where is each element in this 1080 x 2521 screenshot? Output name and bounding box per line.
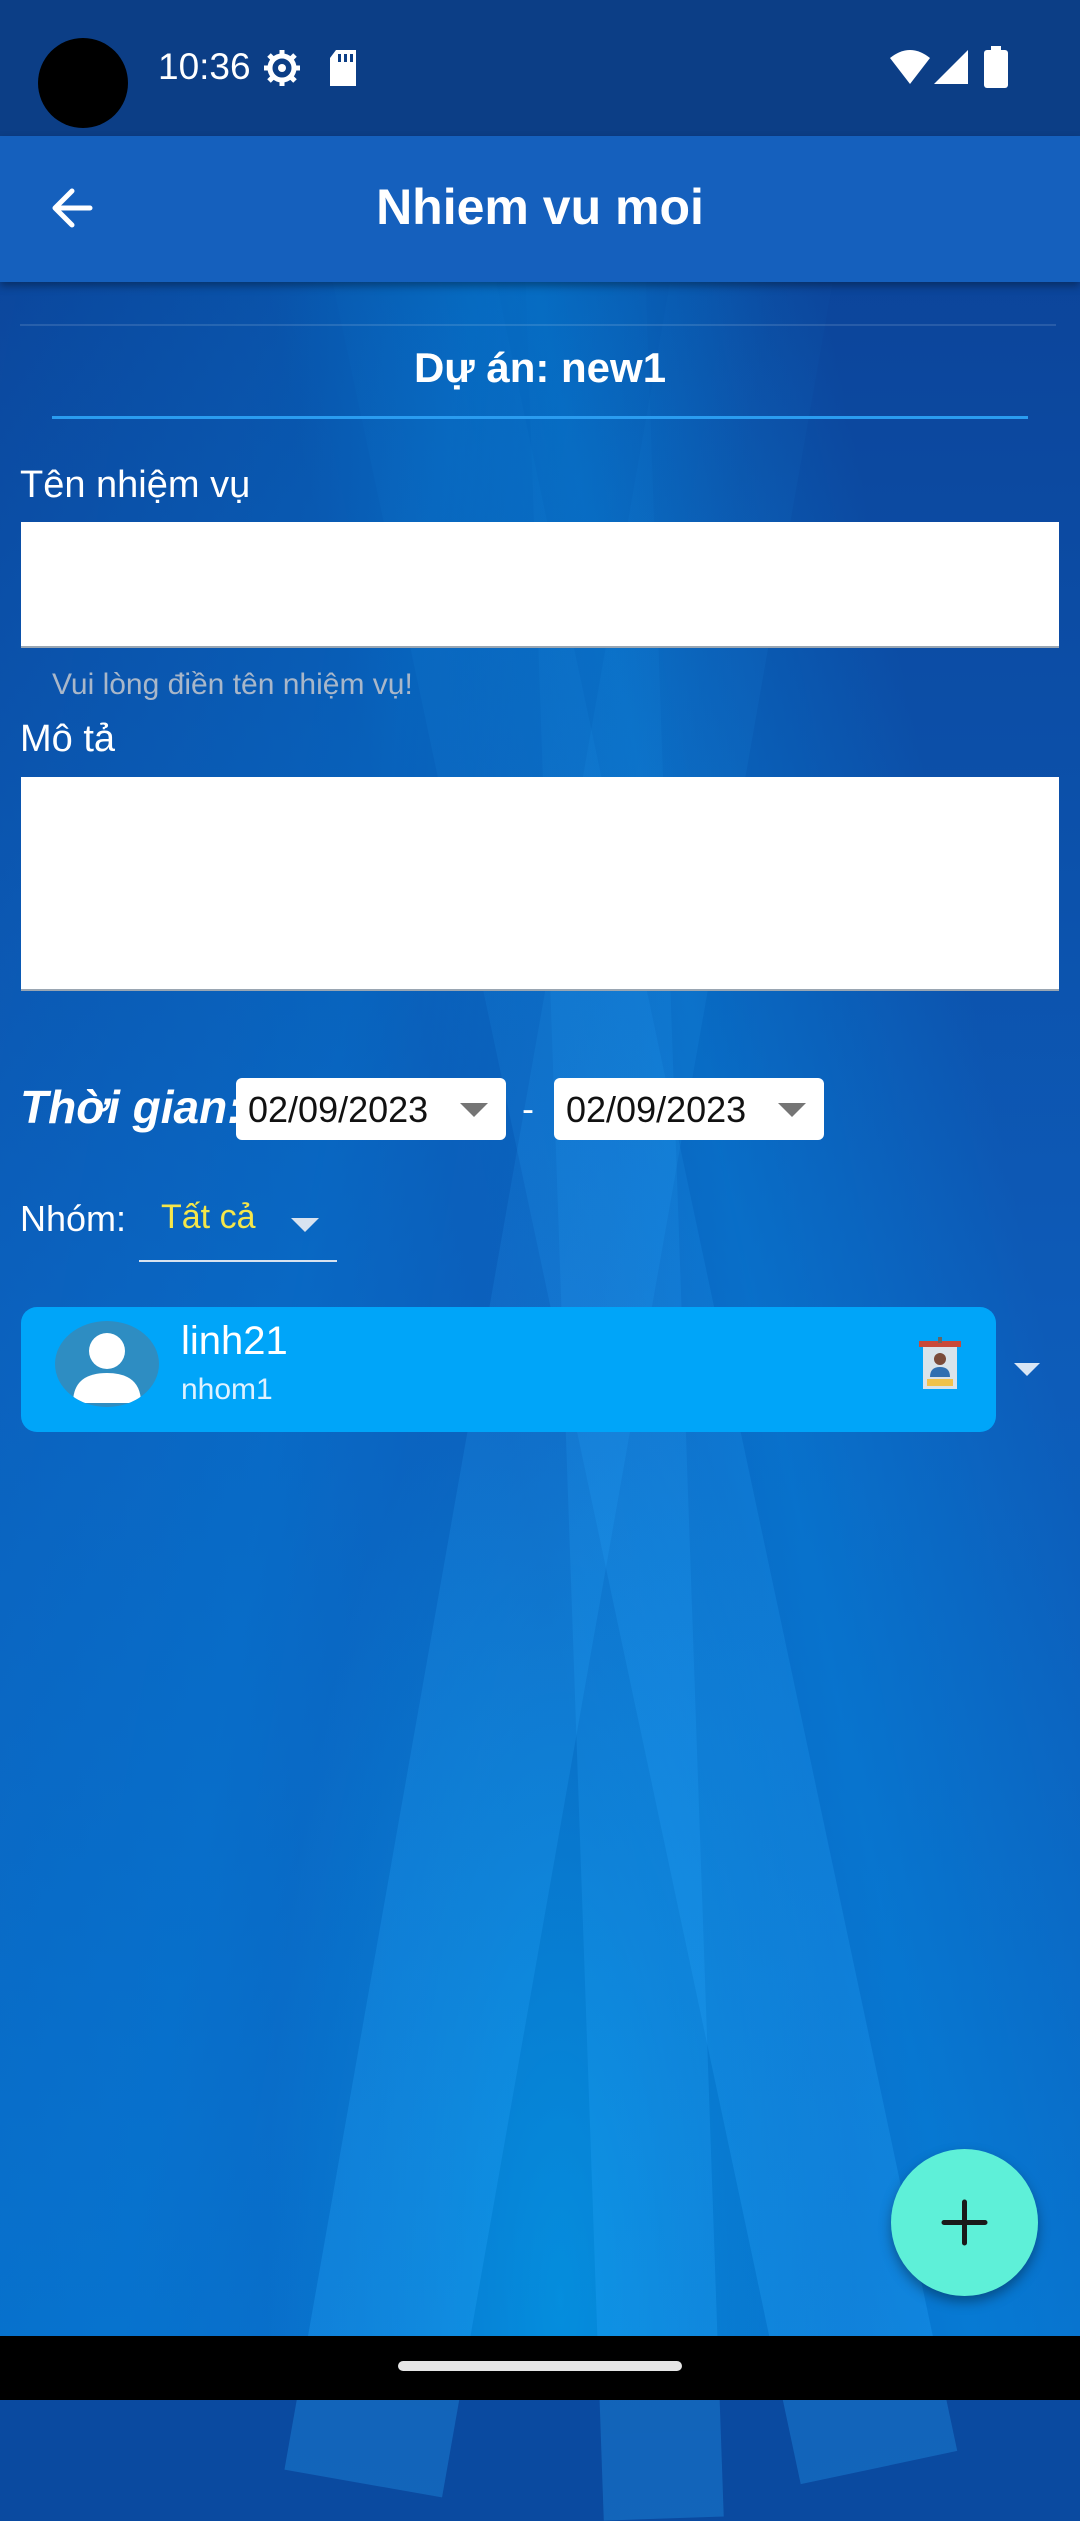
status-bar: 10:36 [0,0,1080,136]
member-username: linh21 [181,1319,288,1363]
wifi-icon [890,50,930,84]
chevron-down-icon [778,1103,806,1117]
app-bar: Nhiem vu moi [0,136,1080,282]
description-input[interactable] [21,777,1059,991]
member-card[interactable]: linh21 nhom1 [21,1307,996,1432]
page-title: Nhiem vu moi [376,179,704,235]
plus-icon [941,2199,988,2246]
time-label: Thời gian: [20,1081,243,1133]
task-name-label: Tên nhiệm vụ [20,464,251,506]
avatar [55,1321,159,1407]
start-date-picker[interactable]: 02/09/2023 [236,1078,506,1140]
task-name-hint: Vui lòng điền tên nhiệm vụ! [52,668,413,701]
camera-cutout [38,38,128,128]
member-expand-chevron-icon[interactable] [1014,1363,1040,1376]
project-underline [52,416,1028,419]
end-date-value: 02/09/2023 [566,1089,747,1130]
member-group: nhom1 [181,1373,273,1406]
start-date-value: 02/09/2023 [248,1089,429,1130]
settings-gear-icon [264,50,300,86]
task-name-input[interactable] [21,522,1059,648]
group-dropdown[interactable]: Tất cả [139,1198,337,1262]
user-avatar-icon [73,1333,141,1403]
status-time: 10:36 [158,46,251,87]
date-separator: - [522,1088,534,1129]
description-label: Mô tả [20,718,116,760]
signal-icon [934,50,968,84]
chevron-down-icon [291,1218,319,1232]
home-gesture-handle[interactable] [398,2361,682,2371]
divider [20,324,1056,326]
project-label: Dự án: new1 [413,344,667,391]
battery-icon [984,46,1008,88]
chevron-down-icon [460,1103,488,1117]
end-date-picker[interactable]: 02/09/2023 [554,1078,824,1140]
staff-badge-icon [919,1337,961,1389]
add-button[interactable] [891,2149,1038,2296]
sd-card-icon [330,50,356,86]
group-selected-value: Tất cả [161,1198,256,1236]
group-label: Nhóm: [20,1198,127,1239]
